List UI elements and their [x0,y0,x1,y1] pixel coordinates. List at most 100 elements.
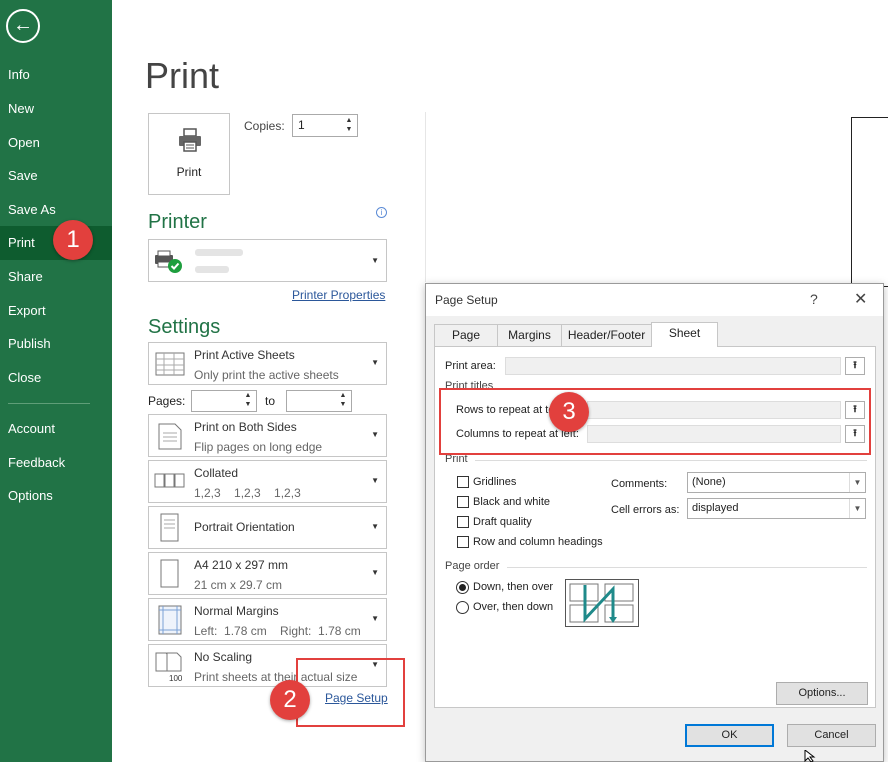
printer-status-redacted [195,266,229,273]
print-area-label: Print area: [445,360,496,372]
setting-title: Portrait Orientation [194,520,295,534]
black-and-white-checkbox[interactable] [457,496,469,508]
black-and-white-label: Black and white [473,496,551,508]
comments-select[interactable]: (None) ▼ [687,472,866,493]
tab-header-footer[interactable]: Header/Footer [561,324,652,346]
portrait-icon [160,513,179,542]
sheets-icon [155,352,185,376]
duplex-dropdown[interactable]: Print on Both Sides Flip pages on long e… [148,414,387,457]
info-icon[interactable]: i [376,207,387,218]
nav-share[interactable]: Share [0,260,112,294]
comments-value: (None) [692,476,726,488]
cancel-button[interactable]: Cancel [787,724,876,747]
setting-title: Print Active Sheets [194,348,295,362]
help-icon[interactable]: ? [810,291,818,307]
printer-properties-link[interactable]: Printer Properties [292,288,385,302]
pages-from-input[interactable]: ▲ ▼ [191,390,257,412]
chevron-down-icon: ▼ [849,499,865,518]
highlight-box [439,388,871,455]
page-title: Print [145,55,220,96]
comments-label: Comments: [611,478,668,490]
to-label: to [265,394,276,408]
orientation-dropdown[interactable]: Portrait Orientation ▼ [148,506,387,549]
setting-subtitle: 1,2,3 1,2,3 1,2,3 [194,486,301,500]
nav-close[interactable]: Close [0,361,112,395]
nav-export[interactable]: Export [0,294,112,328]
nav-divider [8,403,90,404]
printer-heading: Printer [148,211,207,233]
nav-save-as[interactable]: Save As [0,193,112,227]
nav-feedback[interactable]: Feedback [0,446,112,480]
chevron-down-icon: ▼ [371,357,379,367]
spin-up-icon[interactable]: ▲ [243,392,253,400]
setting-subtitle: Only print the active sheets [194,368,339,382]
setting-title: Collated [194,466,239,480]
spin-down-icon[interactable]: ▼ [243,401,253,409]
callout-badge: 3 [549,392,589,432]
nav-open[interactable]: Open [0,126,112,160]
down-then-over-radio[interactable] [456,581,469,594]
nav-new[interactable]: New [0,92,112,126]
page-order-preview-icon [565,579,639,627]
spin-down-icon[interactable]: ▼ [338,401,348,409]
over-then-down-radio[interactable] [456,601,469,614]
chevron-down-icon: ▼ [371,256,379,265]
backstage-sidebar: ← Info New Open Save Save As Print Share… [0,0,112,762]
print-what-dropdown[interactable]: Print Active Sheets Only print the activ… [148,342,387,385]
nav-save[interactable]: Save [0,159,112,193]
back-arrow-icon[interactable]: ← [6,9,40,43]
page-setup-dialog: Page Setup ? ✕ Page Margins Header/Foote… [425,283,884,762]
tab-margins[interactable]: Margins [497,324,562,346]
spin-up-icon[interactable]: ▲ [338,392,348,400]
copies-input[interactable]: 1 ▲ ▼ [292,114,358,137]
dialog-titlebar[interactable]: Page Setup ? ✕ [426,284,883,316]
setting-subtitle: Left: 1.78 cm Right: 1.78 cm [194,624,361,638]
paper-size-dropdown[interactable]: A4 210 x 297 mm 21 cm x 29.7 cm ▼ [148,552,387,595]
draft-quality-checkbox[interactable] [457,516,469,528]
nav-options[interactable]: Options [0,479,112,513]
copies-value: 1 [298,118,305,132]
chevron-down-icon: ▼ [371,521,379,531]
tab-page[interactable]: Page [434,324,498,346]
mouse-cursor-icon [804,750,816,762]
cell-errors-select[interactable]: displayed ▼ [687,498,866,519]
collation-dropdown[interactable]: Collated 1,2,3 1,2,3 1,2,3 ▼ [148,460,387,503]
printer-icon [179,128,201,152]
setting-title: No Scaling [194,650,253,664]
setting-title: Normal Margins [194,604,279,618]
chevron-down-icon: ▼ [849,473,865,492]
margins-dropdown[interactable]: Normal Margins Left: 1.78 cm Right: 1.78… [148,598,387,641]
print-preview-page [851,117,888,287]
tab-sheet[interactable]: Sheet [651,322,718,347]
chevron-down-icon: ▼ [371,429,379,439]
print-area-input[interactable] [505,357,841,375]
nav-account[interactable]: Account [0,412,112,446]
printer-dropdown[interactable]: ▼ [148,239,387,282]
spin-down-icon[interactable]: ▼ [344,126,354,134]
row-col-headings-checkbox[interactable] [457,536,469,548]
dialog-title: Page Setup [435,293,498,307]
options-button[interactable]: Options... [776,682,868,705]
callout-badge: 1 [53,220,93,260]
ok-button[interactable]: OK [685,724,774,747]
spin-up-icon[interactable]: ▲ [344,117,354,125]
collated-icon [154,473,185,488]
print-button-label: Print [176,165,202,179]
cell-errors-label: Cell errors as: [611,504,680,516]
printer-ready-icon [155,250,182,273]
gridlines-checkbox[interactable] [457,476,469,488]
page-order-group-label: Page order [445,560,500,572]
group-divider [475,460,867,461]
print-button[interactable]: Print [148,113,230,195]
settings-heading: Settings [148,316,221,338]
over-then-down-label: Over, then down [473,601,554,613]
pages-range: Pages: ▲ ▼ to ▲ ▼ [148,390,387,412]
collapse-dialog-icon[interactable]: ⭱ [845,357,865,375]
printer-name-redacted [195,249,243,256]
nav-publish[interactable]: Publish [0,327,112,361]
pages-to-input[interactable]: ▲ ▼ [286,390,352,412]
nav-info[interactable]: Info [0,58,112,92]
close-icon[interactable]: ✕ [854,289,867,309]
highlight-box [296,658,405,727]
chevron-down-icon: ▼ [371,475,379,485]
